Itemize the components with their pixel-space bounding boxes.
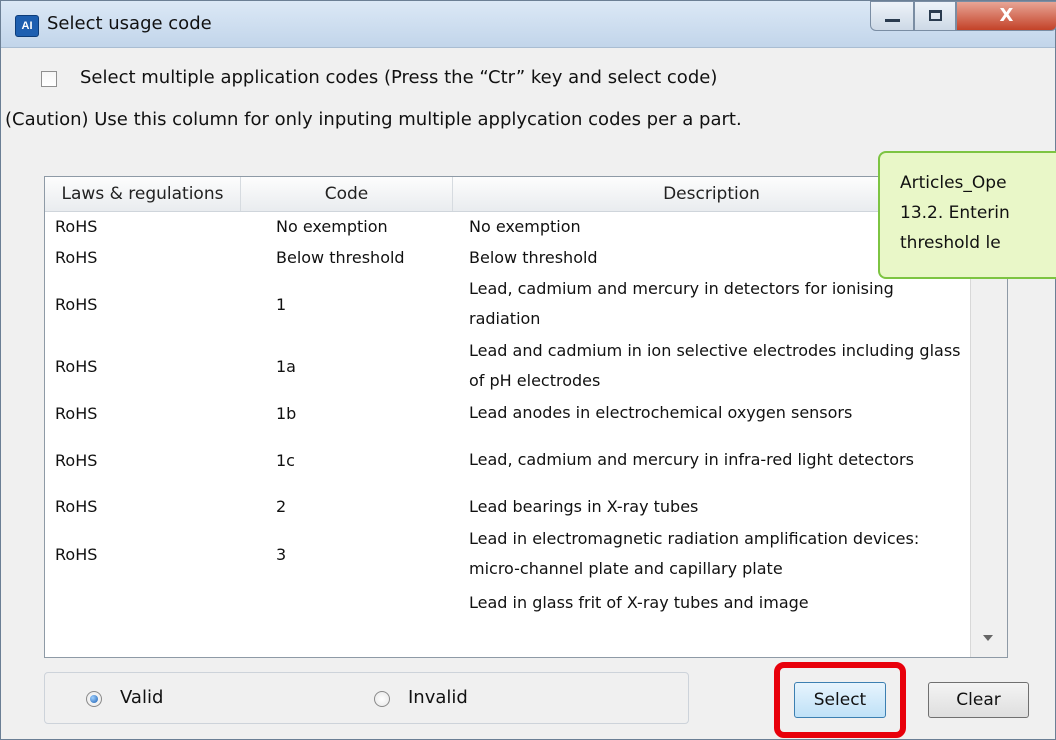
reference-tooltip: Articles_Ope 13.2. Enterin threshold le <box>878 151 1056 279</box>
tooltip-line: Articles_Ope <box>900 173 1007 193</box>
window-title: Select usage code <box>47 13 212 34</box>
close-button[interactable]: X <box>956 1 1056 31</box>
minimize-button[interactable] <box>870 1 914 31</box>
multi-select-checkbox[interactable] <box>41 71 57 87</box>
description-cell: Lead anodes in electrochemical oxygen se… <box>469 403 853 422</box>
table-row[interactable]: Lead in glass frit of X-ray tubes and im… <box>45 586 971 650</box>
code-cell: 1 <box>276 294 287 314</box>
column-header-code[interactable]: Code <box>241 177 453 211</box>
law-cell <box>55 586 241 650</box>
select-usage-code-dialog: AI Select usage code X Select multiple a… <box>0 0 1056 740</box>
minimize-icon <box>885 19 900 22</box>
table-row[interactable]: RoHS 1b Lead anodes in electrochemical o… <box>45 397 971 429</box>
tooltip-line: threshold le <box>900 233 1001 253</box>
description-cell: Lead in glass frit of X-ray tubes and im… <box>469 593 809 612</box>
scroll-down-arrow-icon[interactable] <box>983 635 993 641</box>
table-row[interactable]: RoHS 1 Lead, cadmium and mercury in dete… <box>45 273 971 335</box>
table-row[interactable]: RoHS 1a Lead and cadmium in ion selectiv… <box>45 335 971 397</box>
valid-radio[interactable] <box>86 691 102 707</box>
description-cell: Lead, cadmium and mercury in detectors f… <box>469 279 894 328</box>
invalid-radio-label[interactable]: Invalid <box>408 687 468 708</box>
code-cell: 1a <box>276 356 296 376</box>
table-row[interactable]: RoHS 1c Lead, cadmium and mercury in inf… <box>45 429 971 491</box>
law-cell: RoHS <box>55 248 98 267</box>
description-cell: Lead and cadmium in ion selective electr… <box>469 341 961 390</box>
validity-filter-group: Valid Invalid <box>44 672 689 724</box>
law-cell: RoHS <box>55 450 98 470</box>
table-body: RoHS No exemption No exemption RoHS Belo… <box>45 211 971 650</box>
clear-button[interactable]: Clear <box>928 682 1029 718</box>
maximize-icon <box>929 10 942 21</box>
select-button-highlight-annotation <box>774 662 906 738</box>
valid-radio-label[interactable]: Valid <box>120 687 163 708</box>
multi-select-label[interactable]: Select multiple application codes (Press… <box>80 67 717 88</box>
code-cell <box>276 586 453 650</box>
code-cell: Below threshold <box>276 248 405 267</box>
code-cell: 3 <box>276 544 287 564</box>
code-cell: 1b <box>276 403 297 423</box>
usage-code-table[interactable]: Laws & regulations Code Description RoHS… <box>44 176 1008 658</box>
code-cell: 2 <box>276 497 287 516</box>
law-cell: RoHS <box>55 403 98 423</box>
law-cell: RoHS <box>55 497 98 516</box>
table-row[interactable]: RoHS Below threshold Below threshold <box>45 242 971 273</box>
invalid-radio[interactable] <box>374 691 390 707</box>
table-row[interactable]: RoHS No exemption No exemption <box>45 211 971 242</box>
title-bar[interactable]: AI Select usage code X <box>1 1 1056 48</box>
table-row[interactable]: RoHS 2 Lead bearings in X-ray tubes <box>45 491 971 522</box>
description-cell: Lead bearings in X-ray tubes <box>469 496 699 516</box>
table-header: Laws & regulations Code Description <box>45 177 1007 212</box>
code-cell: 1c <box>276 450 295 470</box>
description-cell: Lead, cadmium and mercury in infra-red l… <box>469 450 914 469</box>
description-cell: Lead in electromagnetic radiation amplif… <box>469 529 920 578</box>
law-cell: RoHS <box>55 217 98 236</box>
radio-selected-dot <box>90 695 98 703</box>
column-header-laws[interactable]: Laws & regulations <box>45 177 241 211</box>
maximize-button[interactable] <box>914 1 956 31</box>
tooltip-line: 13.2. Enterin <box>900 203 1010 223</box>
table-row[interactable]: RoHS 3 Lead in electromagnetic radiation… <box>45 522 971 586</box>
caution-text: (Caution) Use this column for only input… <box>5 109 742 130</box>
law-cell: RoHS <box>55 356 98 376</box>
law-cell: RoHS <box>55 294 98 314</box>
code-cell: No exemption <box>276 217 388 236</box>
close-icon: X <box>999 5 1014 26</box>
law-cell: RoHS <box>55 544 98 564</box>
app-logo-icon: AI <box>15 15 39 37</box>
